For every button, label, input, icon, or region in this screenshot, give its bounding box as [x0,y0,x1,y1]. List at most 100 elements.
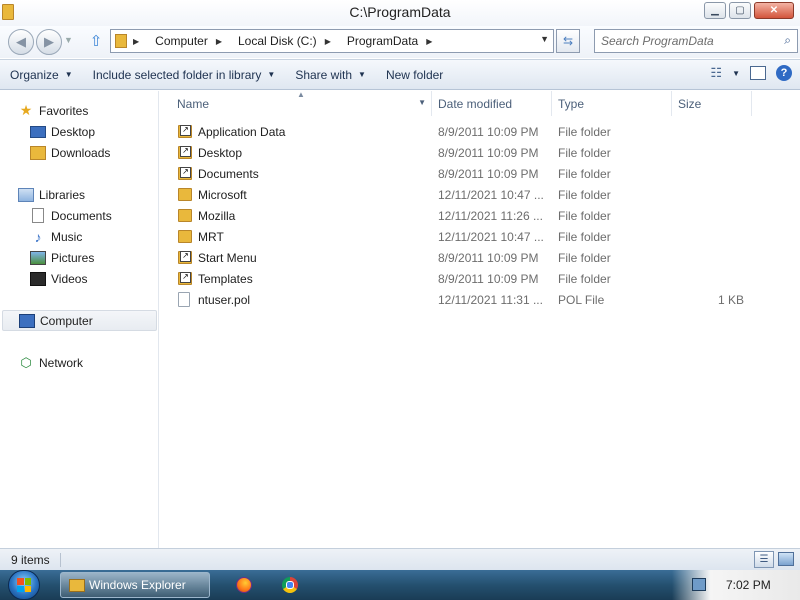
file-name: Microsoft [198,188,247,202]
nav-favorites[interactable]: ★ Favorites [18,100,89,121]
up-one-level-button[interactable]: ⇧ [86,31,106,51]
file-row[interactable]: Application Data 8/9/2011 10:09 PM File … [160,122,800,143]
file-type: POL File [558,293,605,307]
file-name: Documents [198,167,259,181]
nav-documents-label: Documents [51,208,112,223]
organize-button[interactable]: Organize ▼ [0,63,83,87]
network-tray-icon[interactable] [692,578,706,591]
address-bar[interactable]: ▶ Computer ▶ Local Disk (C:) ▶ ProgramDa… [110,29,554,53]
nav-computer-label: Computer [40,313,93,328]
chevron-down-icon: ▼ [267,70,276,79]
column-type-label: Type [558,96,585,111]
folder-shortcut-icon [178,146,192,159]
column-name-label: Name [177,96,210,111]
file-list: ▲ Name ▼ Date modified Type Size Applica… [160,90,800,548]
nav-libraries-label: Libraries [39,187,86,202]
window-title: C:\ProgramData [349,4,451,20]
breadcrumb-computer[interactable]: Computer [155,34,208,48]
nav-videos[interactable]: Videos [30,268,87,289]
chevron-right-icon: ▶ [215,36,222,46]
breadcrumb-arrow[interactable]: ▶ [426,37,440,46]
nav-network-label: Network [39,355,84,370]
address-folder-icon [115,34,127,48]
nav-music[interactable]: ♪ Music [30,226,83,247]
folder-icon [178,230,192,243]
view-options-dropdown[interactable]: ▼ [732,69,740,78]
preview-pane-icon[interactable] [750,66,766,80]
file-row[interactable]: Start Menu 8/9/2011 10:09 PM File folder [160,248,800,269]
file-row[interactable]: Desktop 8/9/2011 10:09 PM File folder [160,143,800,164]
clock[interactable]: 7:02 PM [726,578,771,592]
chevron-down-icon[interactable]: ▼ [418,98,426,107]
breadcrumb-arrow[interactable]: ▶ [325,37,339,46]
share-with-button[interactable]: Share with ▼ [285,63,376,87]
file-row[interactable]: Documents 8/9/2011 10:09 PM File folder [160,164,800,185]
breadcrumb-root-arrow[interactable]: ▶ [133,37,147,46]
maximize-icon: ▢ [735,5,745,16]
documents-icon [30,208,46,223]
star-icon: ★ [19,102,33,118]
include-library-label: Include selected folder in library [92,67,262,82]
item-count: 9 items [11,553,61,567]
maximize-button[interactable]: ▢ [729,2,751,19]
breadcrumb-local-disk[interactable]: Local Disk (C:) [238,34,317,48]
chevron-right-icon: ▶ [133,36,140,46]
close-icon: ✕ [769,5,779,16]
folder-shortcut-icon [178,272,192,285]
nav-documents[interactable]: Documents [30,205,112,226]
file-date: 12/11/2021 11:26 ... [438,209,543,223]
file-name: Start Menu [198,251,257,265]
file-row[interactable]: Microsoft 12/11/2021 10:47 ... File fold… [160,185,800,206]
column-header-date[interactable]: Date modified [432,91,552,116]
chevron-down-icon: ▼ [64,70,73,79]
chevron-right-icon: ▶ [324,36,331,46]
folder-shortcut-icon [178,251,192,264]
nav-computer[interactable]: Computer [2,310,157,331]
forward-button[interactable]: ▶ [36,29,62,55]
include-in-library-button[interactable]: Include selected folder in library ▼ [83,63,286,87]
search-box[interactable]: ⌕ [594,29,798,53]
refresh-icon: ⇆ [562,34,574,48]
refresh-button[interactable]: ⇆ [556,29,580,53]
nav-pictures[interactable]: Pictures [30,247,94,268]
view-controls: ☷ ▼ ? [710,65,792,81]
change-view-icon[interactable]: ☷ [710,65,722,81]
column-header-type[interactable]: Type [552,91,672,116]
nav-downloads[interactable]: Downloads [30,142,110,163]
column-header-name[interactable]: ▲ Name ▼ [160,90,432,116]
nav-libraries[interactable]: Libraries [18,184,85,205]
file-date: 12/11/2021 10:47 ... [438,188,544,202]
address-history-dropdown[interactable]: ▼ [540,34,549,44]
recent-pages-dropdown[interactable]: ▼ [64,35,73,45]
nav-desktop[interactable]: Desktop [30,121,95,142]
taskbar-windows-explorer[interactable]: Windows Explorer [60,572,210,598]
file-row[interactable]: Templates 8/9/2011 10:09 PM File folder [160,269,800,290]
chrome-icon[interactable] [282,577,298,593]
help-icon[interactable]: ? [776,65,792,81]
column-header-size[interactable]: Size [672,91,752,116]
file-type: File folder [558,125,611,139]
breadcrumb-arrow[interactable]: ▶ [216,37,230,46]
firefox-icon[interactable] [236,577,252,593]
network-icon: ⬡ [20,354,32,370]
close-button[interactable]: ✕ [754,2,794,19]
back-button[interactable]: ◀ [8,29,34,55]
search-input[interactable] [595,30,765,52]
file-date: 8/9/2011 10:09 PM [438,272,539,286]
file-row[interactable]: Mozilla 12/11/2021 11:26 ... File folder [160,206,800,227]
file-row[interactable]: ntuser.pol 12/11/2021 11:31 ... POL File… [160,290,800,311]
large-icons-view-icon[interactable] [778,552,794,566]
minimize-button[interactable]: ▁ [704,2,726,19]
computer-icon [19,313,35,328]
status-bar: 9 items ☰ [0,548,800,570]
details-view-icon[interactable]: ☰ [754,551,774,568]
search-icon[interactable]: ⌕ [784,33,791,48]
new-folder-button[interactable]: New folder [376,63,453,87]
file-type: File folder [558,272,611,286]
file-row[interactable]: MRT 12/11/2021 10:47 ... File folder [160,227,800,248]
nav-network[interactable]: ⬡ Network [18,352,83,373]
file-name: Templates [198,272,253,286]
sort-ascending-icon: ▲ [297,90,305,99]
breadcrumb-programdata[interactable]: ProgramData [347,34,418,48]
start-button[interactable] [8,570,40,600]
